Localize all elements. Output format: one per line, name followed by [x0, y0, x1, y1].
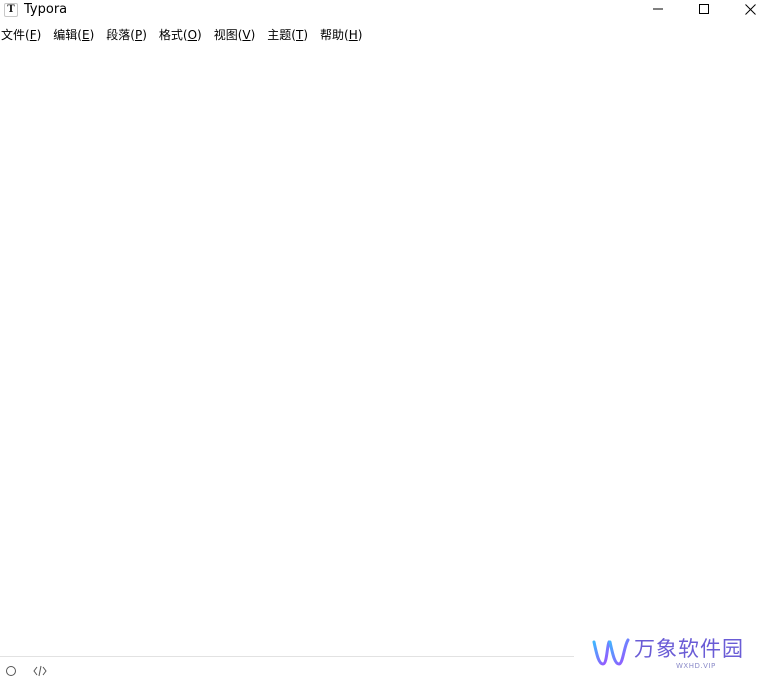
code-icon[interactable] [33, 664, 47, 678]
menu-paragraph-close: ) [142, 28, 147, 42]
status-divider [0, 656, 574, 657]
editor-area[interactable] [0, 48, 773, 656]
menu-theme-close: ) [303, 28, 309, 42]
menu-theme[interactable]: 主题(T) [266, 26, 309, 44]
maximize-icon [699, 4, 709, 14]
watermark-brand: 万象软件园 [634, 637, 744, 661]
window-controls [635, 0, 773, 18]
menu-edit-mnemonic: E [81, 28, 90, 42]
title-bar[interactable]: T Typora [0, 0, 773, 20]
typora-app-icon: T [4, 3, 18, 17]
watermark-site: WXHD.VIP [676, 662, 716, 670]
menu-help-close: ) [357, 28, 363, 42]
menu-edit-label: 编辑( [53, 28, 82, 42]
menu-paragraph[interactable]: 段落(P) [105, 26, 148, 44]
menu-file[interactable]: 文件(F) [0, 26, 42, 44]
menu-edit[interactable]: 编辑(E) [52, 26, 95, 44]
menu-help[interactable]: 帮助(H) [319, 26, 363, 44]
menu-format[interactable]: 格式(O) [158, 26, 203, 44]
minimize-button[interactable] [635, 0, 681, 18]
menu-file-close: ) [36, 28, 42, 42]
menu-edit-close: ) [89, 28, 95, 42]
menu-bar: 文件(F) 编辑(E) 段落(P) 格式(O) 视图(V) 主题(T) 帮助(H… [0, 25, 373, 45]
minimize-icon [653, 8, 663, 10]
menu-file-label: 文件( [1, 28, 30, 42]
window-title: Typora [24, 2, 68, 17]
menu-view-close: ) [250, 28, 256, 42]
menu-view-label: 视图( [213, 28, 243, 42]
menu-view[interactable]: 视图(V) [213, 26, 257, 44]
watermark-logo [592, 638, 630, 666]
menu-help-mnemonic: H [348, 28, 358, 42]
menu-view-mnemonic: V [242, 28, 251, 42]
circle-outline-icon[interactable] [4, 664, 18, 678]
close-button[interactable] [727, 0, 773, 18]
menu-format-mnemonic: O [187, 28, 198, 42]
close-icon [744, 3, 756, 15]
watermark: 万象软件园 WXHD.VIP [590, 634, 760, 674]
menu-theme-label: 主题( [267, 28, 296, 42]
menu-paragraph-label: 段落( [106, 28, 135, 42]
menu-format-close: ) [197, 28, 202, 42]
menu-file-mnemonic: F [29, 28, 37, 42]
maximize-button[interactable] [681, 0, 727, 18]
menu-format-label: 格式( [158, 28, 188, 42]
menu-help-label: 帮助( [320, 28, 349, 42]
typora-window: T Typora 文件(F) 编辑(E) 段落(P) 格式(O) 视图(V) 主… [0, 0, 773, 679]
